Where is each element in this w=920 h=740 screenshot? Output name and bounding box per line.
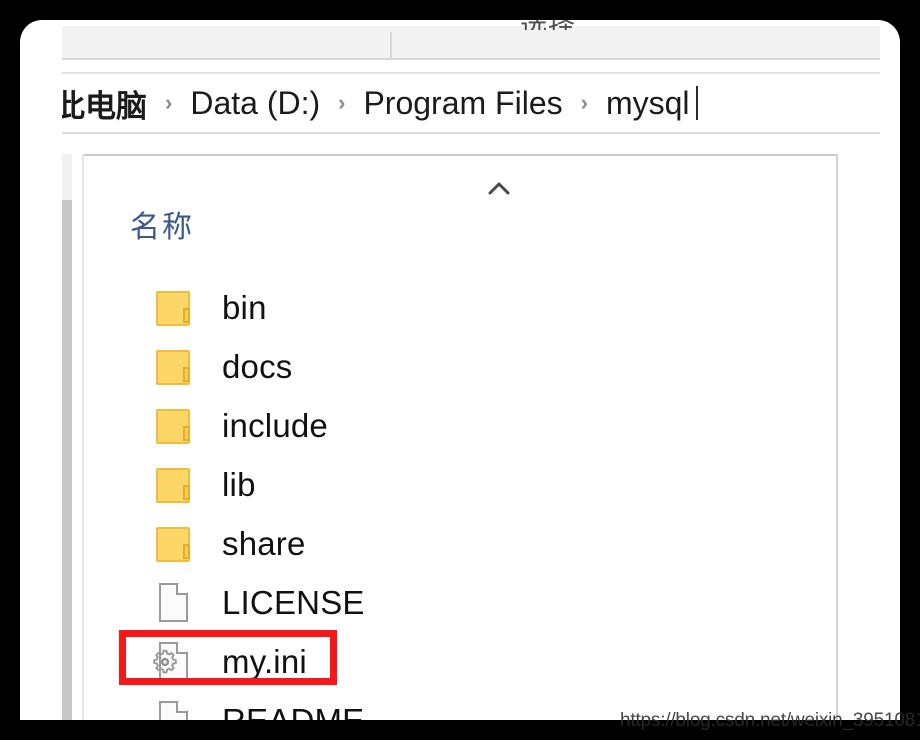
breadcrumb-separator-icon: › [338,90,346,115]
nav-pane-gap [72,154,82,720]
breadcrumb: 此电脑 › Data (D:) › Program Files › mysql [62,81,698,126]
folder-icon [152,285,198,331]
breadcrumb-separator-icon: › [165,90,173,115]
list-item-label: share [222,524,306,562]
list-item[interactable]: include [130,396,730,455]
breadcrumb-item-this-pc[interactable]: 此电脑 [62,81,149,126]
document-icon [152,698,198,720]
left-scroll-thumb[interactable] [62,200,72,720]
list-item-label: include [222,406,328,444]
list-item-label: my.ini [222,642,307,680]
column-header-name[interactable]: 名称 [130,202,194,246]
watermark-text: https://blog.csdn.net/weixin_39510813 [620,710,920,731]
breadcrumb-item-data-drive[interactable]: Data (D:) [188,85,322,122]
config-file-icon [152,639,198,685]
chevron-up-icon[interactable] [486,178,512,198]
breadcrumb-item-program-files[interactable]: Program Files [361,85,564,122]
list-item-my-ini[interactable]: my.ini [130,632,730,691]
document-icon [152,580,198,626]
list-item-label: bin [222,288,267,326]
list-item-label: LICENSE [222,583,365,621]
list-item[interactable]: lib [130,455,730,514]
folder-icon [152,403,198,449]
list-item[interactable]: docs [130,337,730,396]
list-item-label: docs [222,347,293,385]
list-item[interactable]: share [130,514,730,573]
gear-icon [152,649,178,675]
folder-icon [152,521,198,567]
file-explorer-window: 选择 此电脑 › Data (D:) › Program Files › mys… [20,20,900,720]
file-list-inner-border [82,154,84,720]
file-list-rows: bin docs include lib share LICENSE my.in… [130,278,730,720]
breadcrumb-item-mysql[interactable]: mysql [604,85,692,122]
screenshot-frame: 选择 此电脑 › Data (D:) › Program Files › mys… [0,0,920,740]
list-item[interactable]: bin [130,278,730,337]
ribbon-separator [390,32,392,58]
address-text-caret [695,86,698,120]
ribbon-toolbar[interactable] [62,26,880,60]
list-item[interactable]: LICENSE [130,573,730,632]
list-item-label: README [222,701,365,721]
ribbon-clipped-label: 选择 [520,20,720,30]
folder-icon [152,344,198,390]
folder-icon [152,462,198,508]
list-item-label: lib [222,465,256,503]
breadcrumb-separator-icon: › [580,90,588,115]
address-bar[interactable]: 此电脑 › Data (D:) › Program Files › mysql [62,72,880,134]
